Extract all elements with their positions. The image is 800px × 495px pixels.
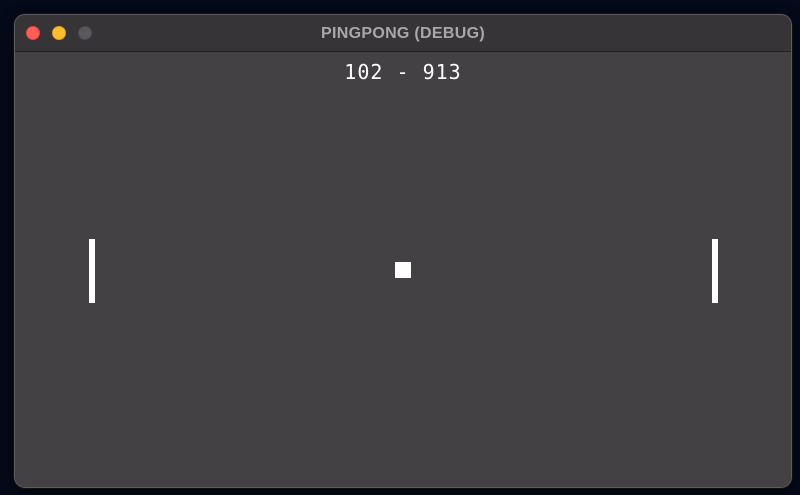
left-score: 102 [344, 60, 384, 84]
right-score: 913 [422, 60, 462, 84]
game-canvas[interactable]: 102 - 913 [15, 52, 791, 487]
score-separator: - [396, 60, 410, 84]
title-bar[interactable]: PINGPONG (DEBUG) [15, 15, 791, 52]
right-paddle [712, 239, 718, 303]
left-paddle [89, 239, 95, 303]
ball [395, 262, 411, 278]
scoreboard: 102 - 913 [15, 60, 791, 84]
app-window: PINGPONG (DEBUG) 102 - 913 [14, 14, 792, 488]
window-title: PINGPONG (DEBUG) [321, 25, 485, 42]
